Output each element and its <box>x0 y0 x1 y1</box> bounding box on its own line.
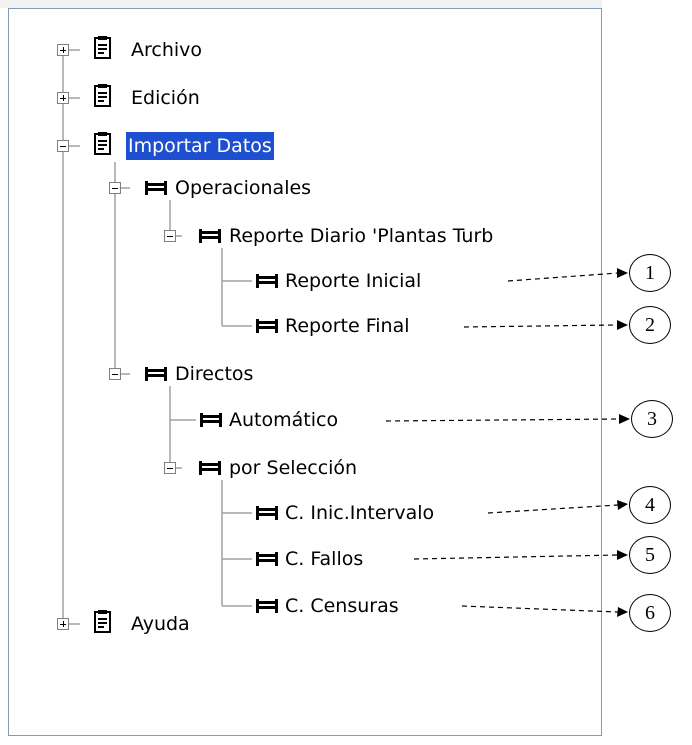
tree-item-c-inic-intervalo[interactable]: C. Inic.Intervalo <box>285 499 434 527</box>
menu-item-icon <box>145 181 167 195</box>
tree-item-automatico[interactable]: Automático <box>229 406 338 434</box>
menu-item-icon <box>256 599 278 613</box>
collapse-reporte-diario-icon[interactable] <box>164 230 176 242</box>
menu-item-icon <box>256 319 278 333</box>
callout-2: 2 <box>629 306 671 344</box>
tree-item-por-seleccion[interactable]: por Selección <box>229 454 357 482</box>
callout-6: 6 <box>629 594 671 632</box>
document-icon <box>94 36 111 59</box>
menu-item-icon <box>199 461 221 475</box>
tree-item-edicion[interactable]: Edición <box>131 84 200 112</box>
callout-5: 5 <box>629 536 671 574</box>
callout-1: 1 <box>629 254 671 292</box>
tree-item-ayuda[interactable]: Ayuda <box>131 610 190 638</box>
menu-item-icon <box>199 229 221 243</box>
collapse-importar-datos-icon[interactable] <box>57 140 69 152</box>
menu-item-icon <box>200 413 222 427</box>
tree-item-operacionales[interactable]: Operacionales <box>175 174 311 202</box>
expand-archivo-icon[interactable] <box>57 44 69 56</box>
tree-item-reporte-final[interactable]: Reporte Final <box>285 312 410 340</box>
callout-4: 4 <box>629 486 671 524</box>
collapse-operacionales-icon[interactable] <box>109 182 121 194</box>
menu-item-icon <box>145 367 167 381</box>
callout-3: 3 <box>631 400 673 438</box>
menu-item-icon <box>256 274 278 288</box>
tree-item-c-censuras[interactable]: C. Censuras <box>285 592 399 620</box>
document-icon <box>94 132 111 155</box>
document-icon <box>94 84 111 107</box>
tree-item-reporte-diario[interactable]: Reporte Diario 'Plantas Turb <box>229 222 493 250</box>
tree-item-c-fallos[interactable]: C. Fallos <box>285 545 363 573</box>
tree-item-archivo[interactable]: Archivo <box>131 36 202 64</box>
menu-item-icon <box>256 506 278 520</box>
tree-item-directos[interactable]: Directos <box>175 360 253 388</box>
tree-item-importar-datos[interactable]: Importar Datos <box>126 132 274 160</box>
expand-edicion-icon[interactable] <box>57 92 69 104</box>
tree-item-reporte-inicial[interactable]: Reporte Inicial <box>285 267 421 295</box>
document-icon <box>94 610 111 633</box>
menu-item-icon <box>256 552 278 566</box>
expand-ayuda-icon[interactable] <box>57 618 69 630</box>
collapse-directos-icon[interactable] <box>109 368 121 380</box>
collapse-por-seleccion-icon[interactable] <box>164 462 176 474</box>
